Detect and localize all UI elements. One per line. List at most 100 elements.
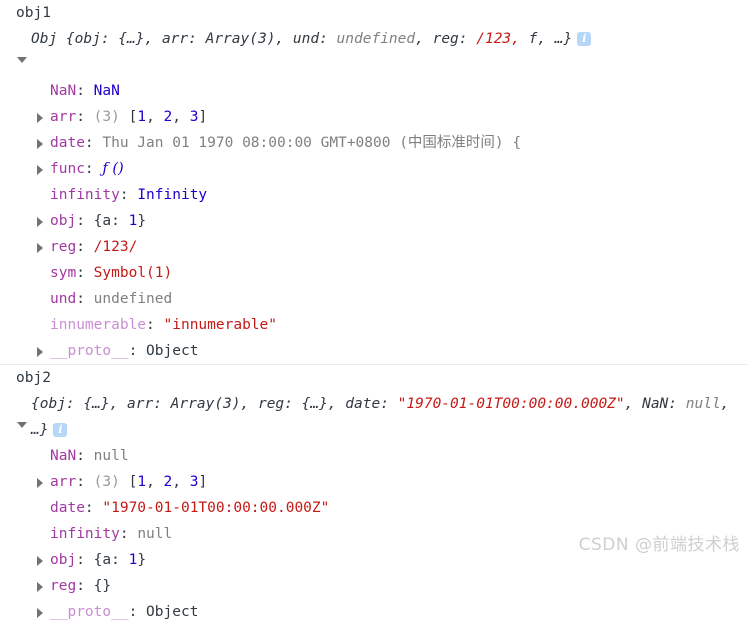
property-key: reg <box>50 578 77 594</box>
property-value: Object <box>146 604 199 620</box>
property-key: arr <box>50 109 77 125</box>
property-key: infinity <box>50 187 120 203</box>
property-key: __proto__ <box>50 604 129 620</box>
property-key: date <box>50 135 85 151</box>
property-separator: : <box>119 187 138 203</box>
chevron-right-icon[interactable] <box>37 478 43 488</box>
constructor-name: Obj <box>31 31 66 47</box>
property-row[interactable]: infinity: Infinity <box>0 182 748 208</box>
chevron-right-icon[interactable] <box>37 608 43 618</box>
property-value: undefined <box>93 291 173 307</box>
property-key: sym <box>50 265 77 281</box>
property-value: null <box>93 448 129 464</box>
property-row[interactable]: NaN: NaN <box>0 78 748 104</box>
property-value: Object <box>146 343 199 359</box>
property-row[interactable]: innumerable: "innumerable" <box>0 312 748 338</box>
property-value: NaN <box>93 83 120 99</box>
info-icon[interactable]: i <box>53 423 68 437</box>
chevron-right-icon[interactable] <box>37 347 43 357</box>
property-value: Thu Jan 01 1970 08:00:00 GMT+0800 (中国标准时… <box>102 135 522 151</box>
property-row[interactable]: date: Thu Jan 01 1970 08:00:00 GMT+0800 … <box>0 130 748 156</box>
property-key: NaN <box>50 83 77 99</box>
property-row[interactable]: reg: /123/ <box>0 234 748 260</box>
chevron-right-icon[interactable] <box>37 582 43 592</box>
chevron-down-icon[interactable] <box>17 57 27 63</box>
preview-segment: , reg: <box>415 31 477 47</box>
property-key: obj <box>50 213 77 229</box>
property-key: date <box>50 500 85 516</box>
property-value: /123/ <box>93 239 138 255</box>
preview-segment: null <box>685 396 721 412</box>
log-label-text: obj1 <box>16 5 51 21</box>
property-separator: : <box>76 448 94 464</box>
property-row[interactable]: reg: {} <box>0 573 748 599</box>
property-key: und <box>50 291 77 307</box>
chevron-down-icon[interactable] <box>17 422 27 428</box>
object-header[interactable]: Obj {obj: {…}, arr: Array(3), und: undef… <box>0 26 748 78</box>
array-item: 2 <box>163 474 173 490</box>
property-row[interactable]: __proto__: Object <box>0 338 748 364</box>
array-item: 1 <box>137 109 147 125</box>
property-separator: : <box>76 109 94 125</box>
console-output-panel[interactable]: obj1 Obj {obj: {…}, arr: Array(3), und: u… <box>0 0 748 620</box>
property-key: NaN <box>50 448 77 464</box>
property-row[interactable]: obj: {a: 1} <box>0 208 748 234</box>
chevron-right-icon[interactable] <box>37 165 43 175</box>
property-value: "innumerable" <box>163 317 278 333</box>
chevron-right-icon[interactable] <box>37 139 43 149</box>
array-length: (3) <box>93 474 120 490</box>
chevron-right-icon[interactable] <box>37 217 43 227</box>
property-value: Infinity <box>137 187 208 203</box>
property-separator: : <box>128 343 147 359</box>
property-row[interactable]: sym: Symbol(1) <box>0 260 748 286</box>
property-separator: : <box>128 604 147 620</box>
array-item: 2 <box>163 109 173 125</box>
property-value: Symbol(1) <box>93 265 173 281</box>
property-separator: : <box>76 552 94 568</box>
function-value: ƒ () <box>102 161 124 177</box>
property-separator: : <box>119 526 138 542</box>
info-icon[interactable]: i <box>577 32 592 46</box>
array-length: (3) <box>93 109 120 125</box>
property-separator: : <box>76 474 94 490</box>
preview-segment: "1970-01-01T00:00:00.000Z" <box>397 396 625 412</box>
property-key: innumerable <box>50 317 147 333</box>
property-row[interactable]: arr: (3) [1, 2, 3] <box>0 104 748 130</box>
preview-segment: /123, <box>476 31 520 47</box>
property-row[interactable]: und: undefined <box>0 286 748 312</box>
property-separator: : <box>84 161 103 177</box>
chevron-right-icon[interactable] <box>37 113 43 123</box>
property-row[interactable]: date: "1970-01-01T00:00:00.000Z" <box>0 495 748 521</box>
array-item: 1 <box>137 474 147 490</box>
property-row[interactable]: arr: (3) [1, 2, 3] <box>0 469 748 495</box>
property-separator: : <box>76 578 94 594</box>
property-separator: : <box>76 213 94 229</box>
property-row[interactable]: infinity: null <box>0 521 748 547</box>
chevron-right-icon[interactable] <box>37 243 43 253</box>
property-key: reg <box>50 239 77 255</box>
preview-segment: {obj: {…}, arr: Array(3), reg: {…}, date… <box>31 396 398 412</box>
object-header[interactable]: {obj: {…}, arr: Array(3), reg: {…}, date… <box>0 391 748 443</box>
property-row[interactable]: func: ƒ () <box>0 156 748 182</box>
property-row[interactable]: NaN: null <box>0 443 748 469</box>
log-group: obj1 Obj {obj: {…}, arr: Array(3), und: u… <box>0 0 748 364</box>
property-row[interactable]: __proto__: Object <box>0 599 748 625</box>
chevron-right-icon[interactable] <box>37 556 43 566</box>
preview-segment: undefined <box>336 31 416 47</box>
property-key: func <box>50 161 85 177</box>
property-separator: : <box>76 265 94 281</box>
property-key: __proto__ <box>50 343 129 359</box>
preview-segment: f, …} <box>519 31 573 47</box>
property-separator: : <box>84 135 103 151</box>
property-separator: : <box>76 239 94 255</box>
property-separator: : <box>84 500 103 516</box>
log-label: obj2 <box>0 365 748 391</box>
property-key: arr <box>50 474 77 490</box>
preview-segment: {obj: {…}, arr: Array(3), und: <box>65 31 337 47</box>
property-row[interactable]: obj: {a: 1} <box>0 547 748 573</box>
log-group: obj2 {obj: {…}, arr: Array(3), reg: {…}, … <box>0 365 748 625</box>
property-value: "1970-01-01T00:00:00.000Z" <box>102 500 330 516</box>
preview-segment: , NaN: <box>624 396 686 412</box>
property-separator: : <box>76 83 94 99</box>
property-separator: : <box>146 317 164 333</box>
